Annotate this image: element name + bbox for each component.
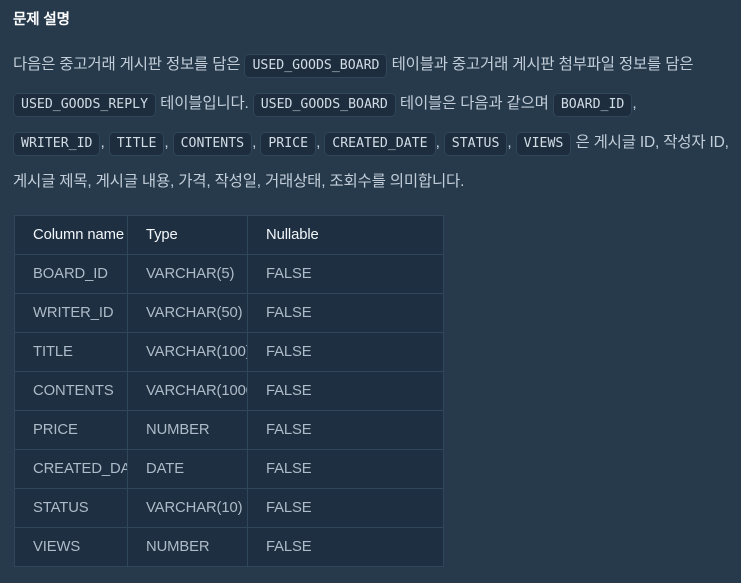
description-text-run: 다음은 중고거래 게시판 정보를 담은 [13, 56, 245, 73]
inline-code-chip: CREATED_DATE [324, 132, 436, 156]
inline-code-chip: USED_GOODS_BOARD [252, 93, 396, 117]
cell-column-name: VIEWS [14, 527, 128, 567]
cell-column-name: CONTENTS [14, 371, 128, 411]
problem-description-text: 다음은 중고거래 게시판 정보를 담은 USED_GOODS_BOARD 테이블… [13, 46, 729, 201]
table-header-row: Column name Type Nullable [14, 215, 444, 255]
inline-code-chip: BOARD_ID [552, 93, 633, 117]
table-row: TITLE VARCHAR(100) FALSE [14, 332, 444, 372]
problem-description-page: 문제 설명 다음은 중고거래 게시판 정보를 담은 USED_GOODS_BOA… [0, 0, 741, 583]
table-row: STATUS VARCHAR(10) FALSE [14, 488, 444, 528]
cell-nullable: FALSE [247, 488, 444, 528]
cell-type: VARCHAR(100) [127, 332, 248, 372]
description-text-run: , [507, 134, 516, 151]
cell-nullable: FALSE [247, 254, 444, 294]
cell-type: VARCHAR(1000) [127, 371, 248, 411]
cell-column-name: PRICE [14, 410, 128, 450]
description-text-run: 테이블입니다. [156, 95, 253, 112]
description-text-run: , [164, 134, 173, 151]
cell-column-name: BOARD_ID [14, 254, 128, 294]
table-row: CREATED_DATEDATEFALSE [14, 449, 444, 489]
description-text-run: , [100, 134, 109, 151]
cell-type: VARCHAR(50) [127, 293, 248, 333]
cell-nullable: FALSE [247, 371, 444, 411]
column-header: Column name [14, 215, 128, 255]
cell-column-name: WRITER_ID [14, 293, 128, 333]
table-body: BOARD_ID VARCHAR(5) FALSE WRITER_ID VARCHAR(… [14, 254, 444, 567]
cell-type: VARCHAR(10) [127, 488, 248, 528]
column-header: Nullable [247, 215, 444, 255]
cell-column-name: STATUS [14, 488, 128, 528]
table-row: CONTENTS VARCHAR(1000) FALSE [14, 371, 444, 411]
description-text-run: , [632, 95, 641, 112]
schema-table-container: Column name Type Nullable BOARD_ID VARCHAR(… [14, 215, 444, 567]
cell-nullable: FALSE [247, 332, 444, 372]
page-title: 문제 설명 [13, 12, 70, 28]
schema-table: Column name Type Nullable BOARD_ID VARCHAR(… [14, 215, 444, 567]
description-text-run: 테이블과 중고거래 게시판 첨부파일 정보를 담은 [387, 56, 698, 73]
table-row: VIEWS NUMBER FALSE [14, 527, 444, 567]
cell-type: NUMBER [127, 527, 248, 567]
table-header: Column name Type Nullable [14, 215, 444, 255]
inline-code-chip: CONTENTS [172, 132, 253, 156]
inline-code-chip: VIEWS [515, 132, 572, 156]
cell-type: DATE [127, 449, 248, 489]
inline-code-chip: WRITER_ID [13, 132, 101, 156]
cell-nullable: FALSE [247, 410, 444, 450]
cell-type: VARCHAR(5) [127, 254, 248, 294]
cell-column-name: TITLE [14, 332, 128, 372]
description-text-run: 테이블은 다음과 같으며 [395, 95, 553, 112]
cell-column-name: CREATED_DATE [14, 449, 128, 489]
column-header: Type [127, 215, 248, 255]
table-row: WRITER_ID VARCHAR(50) FALSE [14, 293, 444, 333]
cell-nullable: FALSE [247, 449, 444, 489]
cell-type: NUMBER [127, 410, 248, 450]
cell-nullable: FALSE [247, 293, 444, 333]
inline-code-chip: USED_GOODS_BOARD [244, 54, 388, 78]
inline-code-chip: STATUS [443, 132, 508, 156]
cell-nullable: FALSE [247, 527, 444, 567]
description-text-run: , [435, 134, 444, 151]
table-row: PRICE NUMBER FALSE [14, 410, 444, 450]
inline-code-chip: USED_GOODS_REPLY [13, 93, 157, 117]
inline-code-chip: TITLE [108, 132, 165, 156]
table-row: BOARD_ID VARCHAR(5) FALSE [14, 254, 444, 294]
inline-code-chip: PRICE [260, 132, 317, 156]
